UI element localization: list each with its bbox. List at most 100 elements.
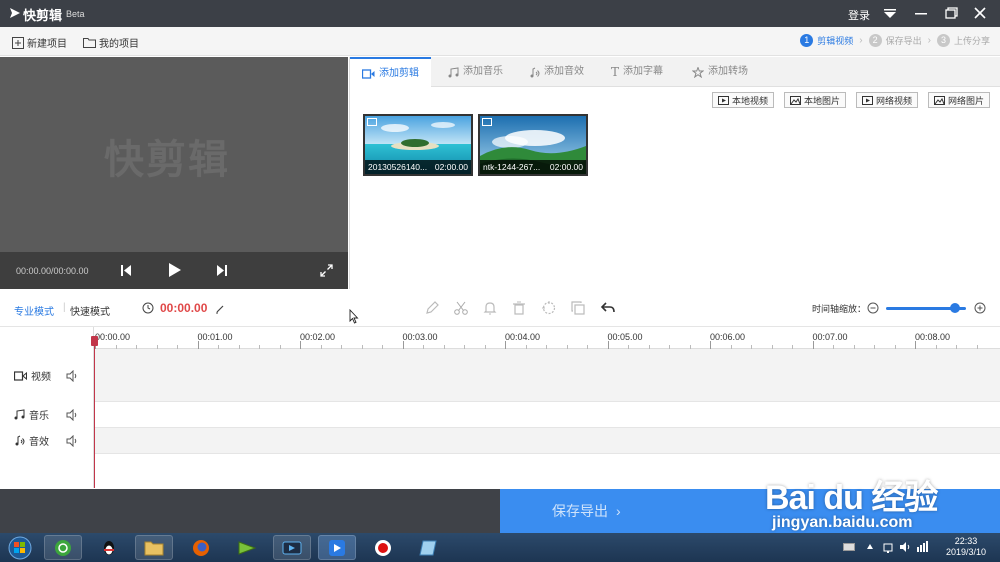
- pro-mode-tab[interactable]: 专业模式: [14, 303, 54, 318]
- track-label-sound-effects: 音效: [14, 433, 49, 448]
- tab-add-music[interactable]: 添加音乐: [436, 57, 515, 87]
- mouse-cursor-icon: [349, 309, 359, 324]
- taskbar-app-firefox[interactable]: [182, 535, 220, 560]
- bell-icon[interactable]: [482, 300, 498, 316]
- taskbar-app-kuaijianji[interactable]: [318, 535, 356, 560]
- zoom-out-icon[interactable]: [867, 302, 879, 314]
- edit-pencil-icon[interactable]: [215, 304, 225, 314]
- ruler-time-label: 00:01.00: [197, 332, 233, 342]
- watermark-url: jingyan.baidu.com: [772, 514, 913, 531]
- track-label-video: 视频: [14, 368, 51, 383]
- media-tabs: 添加剪辑 添加音乐 添加音效 T 添加字幕 添加转场: [350, 57, 1000, 88]
- tab-label: 添加字幕: [623, 66, 664, 77]
- timeline: 视频 音乐 音效 00:00.00 00:01.00 00:02.00 00:03.0…: [0, 327, 1000, 488]
- clip-caption: 20130526140... 02:00.00: [365, 160, 471, 174]
- close-icon[interactable]: [970, 4, 990, 22]
- sound-effects-track-lane[interactable]: [95, 428, 1000, 454]
- playhead[interactable]: [94, 339, 95, 488]
- my-projects-button[interactable]: 我的项目: [83, 35, 139, 50]
- local-image-button[interactable]: 本地图片: [784, 92, 847, 108]
- tab-add-transitions[interactable]: 添加转场: [680, 57, 760, 87]
- login-link[interactable]: 登录: [848, 7, 870, 23]
- next-frame-icon[interactable]: [216, 264, 228, 277]
- ruler-time-label: 00:03.00: [402, 332, 438, 342]
- playback-controls: 00:00.00/00:00.00: [0, 252, 348, 289]
- trash-icon[interactable]: [511, 300, 527, 316]
- fast-mode-tab[interactable]: 快速模式: [70, 303, 110, 318]
- minimize-icon[interactable]: [911, 4, 931, 22]
- pencil-icon[interactable]: [424, 300, 440, 316]
- firefox-icon: [193, 539, 209, 556]
- local-video-button[interactable]: 本地视频: [712, 92, 775, 108]
- show-hidden-icons-icon[interactable]: [866, 543, 874, 551]
- taskbar-app-screenshot[interactable]: [409, 535, 447, 560]
- network-icon[interactable]: [883, 541, 895, 554]
- keyboard-icon[interactable]: [843, 541, 855, 553]
- undo-icon[interactable]: [600, 300, 616, 316]
- music-track-lane[interactable]: [95, 402, 1000, 428]
- image-badge-icon: [482, 118, 492, 126]
- volume-icon[interactable]: [66, 370, 78, 382]
- kuaijianji-icon: [329, 539, 345, 556]
- tab-label: 添加转场: [708, 66, 748, 77]
- online-image-button[interactable]: 网络图片: [928, 92, 991, 108]
- scissors-icon[interactable]: [453, 300, 469, 316]
- step-upload-share[interactable]: 3 上传分享: [936, 34, 990, 47]
- taskbar-app-qq[interactable]: [90, 535, 128, 560]
- start-button[interactable]: [2, 535, 38, 560]
- tab-add-clips[interactable]: 添加剪辑: [350, 57, 431, 88]
- edit-toolbar: 专业模式 | 快速模式 00:00.00 时间轴缩放：: [0, 290, 1000, 327]
- play-icon[interactable]: [168, 262, 182, 278]
- step-number: 2: [868, 34, 882, 47]
- copy-icon[interactable]: [570, 300, 586, 316]
- volume-icon[interactable]: [66, 409, 78, 421]
- dropdown-menu-icon[interactable]: [880, 4, 900, 22]
- fullscreen-icon[interactable]: [320, 264, 333, 277]
- taskbar-app-media-player[interactable]: [228, 535, 266, 560]
- preview-window[interactable]: 快剪辑: [0, 57, 348, 252]
- video-file-icon: [718, 95, 729, 105]
- taskbar-app-recorder[interactable]: [364, 535, 402, 560]
- ruler-time-label: 00:02.00: [300, 332, 336, 342]
- playback-time: 00:00.00/00:00.00: [16, 266, 89, 276]
- timeline-ruler[interactable]: 00:00.00 00:01.00 00:02.00 00:03.00 00:04.00…: [95, 327, 1000, 349]
- online-video-button[interactable]: 网络视频: [856, 92, 919, 108]
- clip-thumbnail[interactable]: ntk-1244-267... 02:00.00: [478, 114, 588, 176]
- tab-add-sound-effects[interactable]: 添加音效: [517, 57, 596, 87]
- zoom-slider-handle[interactable]: [949, 303, 960, 313]
- qq-penguin-icon: [104, 540, 114, 555]
- step-label: 保存导出: [885, 36, 922, 46]
- volume-icon[interactable]: [899, 541, 911, 553]
- workflow-steps: 1 剪辑视频 › 2 保存导出 › 3 上传分享: [800, 34, 990, 47]
- video-track-lane[interactable]: [95, 349, 1000, 402]
- preview-watermark: 快剪辑: [104, 138, 230, 182]
- track-header-column: 视频 音乐 音效: [0, 327, 94, 488]
- maximize-icon[interactable]: [941, 4, 961, 22]
- video-editor-icon: [282, 541, 302, 554]
- system-clock[interactable]: 22:33 2019/3/10: [946, 536, 986, 558]
- clip-thumbnail[interactable]: 20130526140... 02:00.00: [363, 114, 473, 176]
- ruler-time-label: 00:06.00: [710, 332, 746, 342]
- step-edit-video[interactable]: 1 剪辑视频: [800, 34, 853, 47]
- volume-icon[interactable]: [66, 435, 78, 447]
- taskbar-app-explorer[interactable]: [135, 535, 173, 560]
- step-save-export[interactable]: 2 保存导出: [868, 34, 922, 47]
- tab-add-subtitles[interactable]: T 添加字幕: [599, 57, 675, 87]
- my-projects-label: 我的项目: [99, 39, 139, 50]
- chevron-right-icon: ›: [859, 35, 863, 46]
- taskbar-app-video-editor[interactable]: [273, 535, 311, 560]
- chevron-right-icon: ›: [616, 503, 621, 519]
- current-timecode: 00:00.00: [160, 301, 208, 315]
- zoom-in-icon[interactable]: [974, 302, 986, 314]
- taskbar-app-360-browser[interactable]: [44, 535, 82, 560]
- playhead-handle[interactable]: [91, 336, 98, 346]
- language-indicator-icon[interactable]: [916, 541, 930, 553]
- track-name: 音效: [29, 437, 49, 448]
- new-project-button[interactable]: 新建项目: [12, 35, 67, 50]
- folder-icon: [144, 541, 164, 555]
- track-label-music: 音乐: [14, 407, 49, 422]
- previous-frame-icon[interactable]: [120, 264, 132, 277]
- track-name: 视频: [31, 372, 51, 383]
- ruler-time-label: 00:00.00: [95, 332, 131, 342]
- crop-icon[interactable]: [541, 300, 557, 316]
